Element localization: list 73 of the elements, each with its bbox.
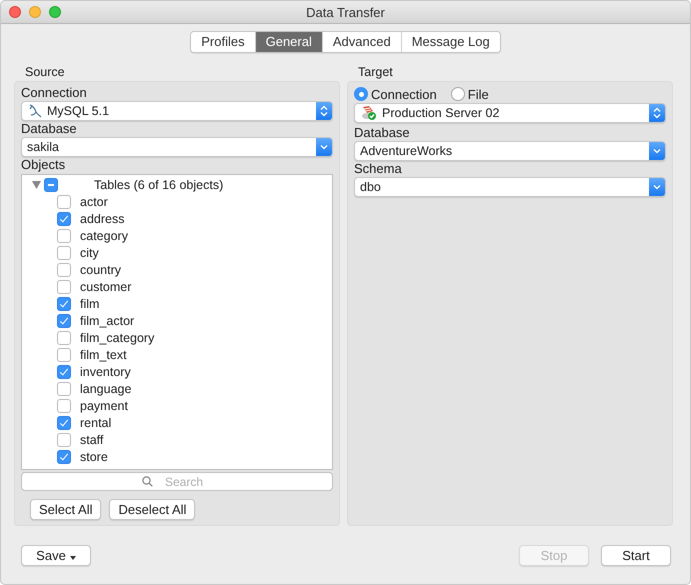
database-select[interactable]: sakila [21,137,333,157]
search-icon [142,476,153,487]
chevron-down-icon [320,144,328,150]
connection-select[interactable]: Production Server 02 [354,103,666,123]
checkbox[interactable] [57,296,71,310]
checkbox[interactable] [57,212,71,226]
checkbox[interactable] [57,262,71,276]
checkbox[interactable] [57,330,71,344]
table-name: language [80,382,132,396]
table-name: staff [80,432,104,446]
tree-group-label: Tables (6 of 16 objects) [94,178,224,192]
minimize-button[interactable] [29,6,41,18]
window-title: Data Transfer [306,4,385,20]
checkbox[interactable] [57,246,71,260]
field-label: Database [21,121,77,136]
section-heading: Target [358,65,393,79]
checkbox[interactable] [57,194,71,208]
field-label: Connection [21,85,87,100]
expanded-triangle-icon[interactable] [32,180,41,188]
checkbox[interactable] [57,398,71,412]
server-check-icon [360,105,378,121]
radio-button[interactable] [450,87,465,101]
caret-icon [70,556,76,560]
table-name: film [80,296,100,310]
chevron-down-icon [653,184,661,190]
checkbox[interactable] [57,364,71,378]
connection-select[interactable]: MySQL 5.1 [21,101,333,121]
deselect-all-button[interactable]: Deselect All [109,499,196,520]
radio-label: Connection [371,86,437,102]
table-name: inventory [80,364,131,378]
chevron-updown-icon [653,107,661,119]
chevron-updown-icon [320,105,328,117]
field-label: Objects [21,157,66,172]
start-button[interactable]: Start [601,545,671,566]
table-name: country [80,262,121,276]
schema-select[interactable]: dbo [354,177,666,197]
chevron-down-icon [653,148,661,154]
table-name: payment [80,398,128,412]
checkbox[interactable] [57,228,71,242]
dolphin-icon [27,103,43,119]
select-all-button[interactable]: Select All [30,499,102,520]
table-name: city [80,246,99,260]
checkbox[interactable] [57,432,71,446]
table-name: film_text [80,348,127,362]
section-heading: Source [25,65,65,79]
database-select[interactable]: AdventureWorks [354,141,666,161]
checkbox[interactable] [44,178,58,192]
field-label: Schema [354,161,402,176]
checkbox[interactable] [57,416,71,430]
tab[interactable]: Profiles [191,32,255,52]
checkbox[interactable] [57,450,71,464]
radio-label: File [468,86,489,102]
tab[interactable]: Advanced [322,32,401,52]
table-name: rental [80,416,112,430]
field-label: Database [354,125,410,140]
table-name: actor [80,194,108,208]
radio-button[interactable] [354,87,368,101]
table-name: customer [80,280,132,294]
table-name: store [80,450,108,464]
table-name: address [80,212,124,226]
save-button[interactable]: Save [21,545,91,566]
search-field[interactable]: Search [21,472,333,491]
table-name: category [80,228,128,242]
close-button[interactable] [9,6,21,18]
checkbox[interactable] [57,348,71,362]
table-name: film_actor [80,314,134,328]
zoom-button[interactable] [49,6,61,18]
checkbox[interactable] [57,280,71,294]
checkbox[interactable] [57,382,71,396]
table-name: film_category [80,330,154,344]
tab[interactable]: Message Log [400,32,500,52]
checkbox[interactable] [57,314,71,328]
tab[interactable]: General [254,32,322,52]
